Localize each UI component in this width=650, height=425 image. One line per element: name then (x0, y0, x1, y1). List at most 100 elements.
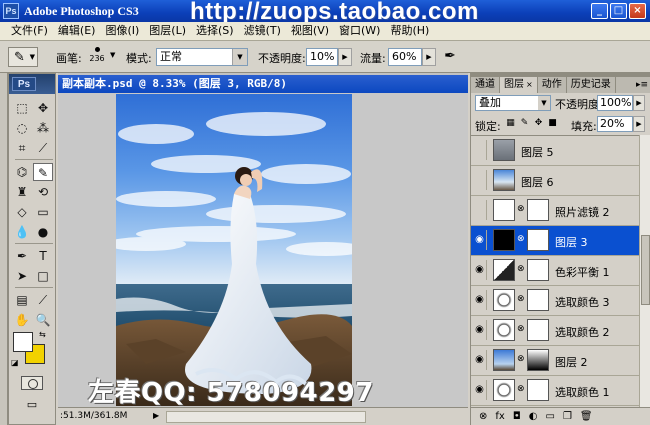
link-icon[interactable]: ⊗ (517, 384, 525, 394)
chevron-down-icon[interactable]: ▼ (110, 51, 115, 59)
swap-colors-icon[interactable]: ⇆ (39, 330, 46, 339)
layer-row-selected[interactable]: ◉ ⊗ 图层 3 (471, 226, 639, 256)
menu-window[interactable]: 窗口(W) (334, 22, 385, 40)
layer-row[interactable]: ◉ ⊗ 选取颜色 1 (471, 376, 639, 406)
zoom-tool-icon[interactable]: 🔍 (33, 311, 53, 329)
lock-pixels-icon[interactable]: ✎ (519, 118, 530, 129)
brush-tool-icon[interactable]: ✎ (33, 163, 53, 181)
new-layer-icon[interactable]: ❐ (563, 411, 572, 422)
crop-tool-icon[interactable]: ⌗ (12, 139, 32, 157)
lock-transparency-icon[interactable]: ▦ (505, 118, 516, 129)
menu-filter[interactable]: 滤镜(T) (239, 22, 286, 40)
lock-all-icon[interactable]: ■ (547, 118, 558, 129)
airbrush-icon[interactable]: ✒ (440, 48, 460, 66)
link-icon[interactable]: ⊗ (517, 324, 525, 334)
link-icon[interactable]: ⊗ (517, 294, 525, 304)
link-icon[interactable]: ⊗ (517, 264, 525, 274)
marquee-tool-icon[interactable]: ⬚ (12, 99, 32, 117)
layer-row[interactable]: 图层 5 (471, 136, 639, 166)
lock-position-icon[interactable]: ✥ (533, 118, 544, 129)
opacity-field[interactable]: 10% (306, 48, 338, 66)
menu-help[interactable]: 帮助(H) (385, 22, 434, 40)
path-selection-tool-icon[interactable]: ➤ (12, 267, 32, 285)
quick-mask-icon[interactable] (21, 376, 43, 390)
close-icon[interactable]: × (526, 80, 533, 89)
link-icon[interactable]: ⊗ (517, 234, 525, 244)
foreground-color-swatch[interactable] (13, 332, 33, 352)
link-icon[interactable]: ⊗ (517, 354, 525, 364)
scrollbar-thumb[interactable] (641, 235, 650, 305)
close-button[interactable]: × (629, 3, 646, 19)
eraser-tool-icon[interactable]: ◇ (12, 203, 32, 221)
gradient-tool-icon[interactable]: ▭ (33, 203, 53, 221)
opacity-slider-button[interactable]: ▶ (338, 48, 352, 66)
menu-layer[interactable]: 图层(L) (144, 22, 191, 40)
panel-menu-icon[interactable]: ▸≡ (636, 77, 648, 93)
eye-icon[interactable]: ◉ (473, 230, 487, 250)
eye-icon[interactable]: ◉ (473, 320, 487, 340)
toolbox-header[interactable]: Ps (9, 74, 55, 94)
eye-icon[interactable]: ◉ (473, 350, 487, 370)
history-brush-tool-icon[interactable]: ⟲ (33, 183, 53, 201)
eyedropper-tool-icon[interactable]: ⟋ (33, 291, 53, 309)
brush-preset-picker[interactable]: 236 (86, 44, 108, 70)
status-menu-icon[interactable]: ▶ (153, 411, 159, 420)
add-mask-icon[interactable]: ◘ (513, 411, 521, 422)
eye-icon[interactable]: ◉ (473, 380, 487, 400)
flow-field[interactable]: 60% (388, 48, 422, 66)
tab-actions[interactable]: 动作 (538, 77, 567, 93)
mode-select[interactable]: 正常 ▼ (156, 48, 248, 66)
menu-edit[interactable]: 编辑(E) (53, 22, 101, 40)
link-icon[interactable]: ⊗ (517, 204, 525, 214)
clone-stamp-tool-icon[interactable]: ♜ (12, 183, 32, 201)
layer-row[interactable]: 图层 6 (471, 166, 639, 196)
menu-image[interactable]: 图像(I) (100, 22, 144, 40)
layer-row[interactable]: ◉ ⊗ 选取颜色 3 (471, 286, 639, 316)
visibility-toggle[interactable] (473, 140, 487, 160)
canvas-photo[interactable] (116, 94, 352, 406)
default-colors-icon[interactable]: ◪ (11, 358, 19, 367)
menu-select[interactable]: 选择(S) (191, 22, 239, 40)
horizontal-scrollbar[interactable] (166, 411, 366, 423)
tab-history[interactable]: 历史记录 (567, 77, 616, 93)
trash-icon[interactable]: 🗑 (580, 411, 593, 422)
hand-tool-icon[interactable]: ✋ (12, 311, 32, 329)
screen-mode-icon[interactable]: ▭ (21, 398, 43, 412)
fill-field[interactable]: 20% (597, 116, 633, 132)
healing-brush-tool-icon[interactable]: ⌬ (12, 163, 32, 181)
menu-file[interactable]: 文件(F) (6, 22, 53, 40)
blur-tool-icon[interactable]: 💧 (12, 223, 32, 241)
maximize-button[interactable]: □ (610, 3, 627, 19)
visibility-toggle[interactable] (473, 170, 487, 190)
type-tool-icon[interactable]: T (33, 247, 53, 265)
layer-opacity-slider-button[interactable]: ▶ (633, 95, 645, 111)
visibility-toggle[interactable] (473, 200, 487, 220)
tab-channels[interactable]: 通道 (471, 77, 500, 93)
minimize-button[interactable]: _ (591, 3, 608, 19)
blend-mode-select[interactable]: 叠加 ▼ (475, 95, 551, 111)
flow-slider-button[interactable]: ▶ (422, 48, 436, 66)
layer-style-icon[interactable]: fx (495, 411, 504, 422)
dodge-tool-icon[interactable]: ● (33, 223, 53, 241)
menu-view[interactable]: 视图(V) (286, 22, 334, 40)
move-tool-icon[interactable]: ✥ (33, 99, 53, 117)
layer-row[interactable]: ◉ ⊗ 选取颜色 2 (471, 316, 639, 346)
eye-icon[interactable]: ◉ (473, 260, 487, 280)
adjustment-layer-icon[interactable]: ◐ (529, 411, 538, 422)
link-layers-icon[interactable]: ⊗ (479, 411, 487, 422)
eye-icon[interactable]: ◉ (473, 290, 487, 310)
layer-row[interactable]: ◉ ⊗ 图层 2 (471, 346, 639, 376)
tab-layers[interactable]: 图层 × (500, 77, 538, 93)
layers-scrollbar[interactable] (639, 135, 650, 407)
layer-opacity-field[interactable]: 100% (597, 95, 633, 111)
pen-tool-icon[interactable]: ✒ (12, 247, 32, 265)
slice-tool-icon[interactable]: ⟋ (33, 139, 53, 157)
fill-slider-button[interactable]: ▶ (633, 116, 645, 132)
document-title-bar[interactable]: 副本副本.psd @ 8.33% (图层 3, RGB/8) (58, 75, 468, 93)
layer-row[interactable]: ◉ ⊗ 色彩平衡 1 (471, 256, 639, 286)
tool-preset-picker[interactable]: ✎ ▼ (8, 47, 38, 67)
shape-tool-icon[interactable]: □ (33, 267, 53, 285)
layer-row[interactable]: ⊗ 照片滤镜 2 (471, 196, 639, 226)
lasso-tool-icon[interactable]: ◌ (12, 119, 32, 137)
notes-tool-icon[interactable]: ▤ (12, 291, 32, 309)
